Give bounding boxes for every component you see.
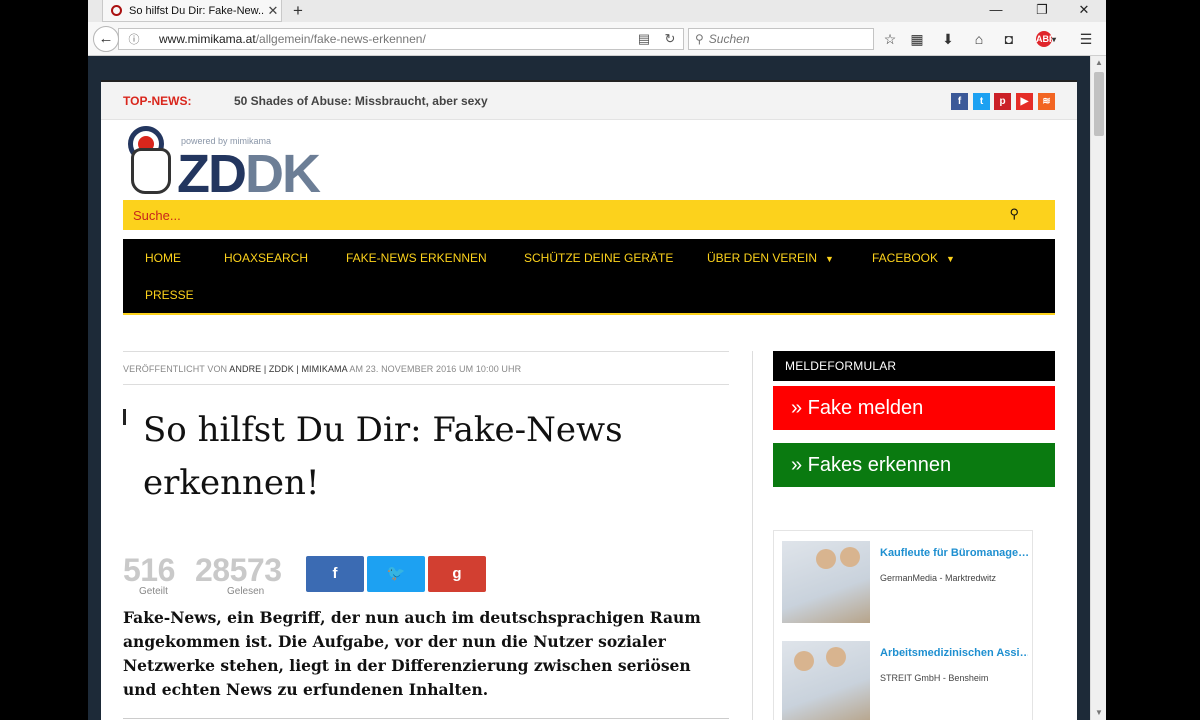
home-icon[interactable]: ⌂ bbox=[969, 29, 989, 49]
ad-item[interactable]: Kaufleute für Büromanage… GermanMedia - … bbox=[782, 541, 1030, 631]
download-icon[interactable]: ⬇ bbox=[938, 29, 958, 49]
logo-hand-icon bbox=[131, 148, 171, 194]
nav-item-fake-news-erkennen[interactable]: FAKE-NEWS ERKENNEN bbox=[346, 251, 487, 265]
scrollbar-thumb[interactable] bbox=[1094, 72, 1104, 136]
back-button[interactable]: ← bbox=[93, 26, 119, 52]
article-author[interactable]: ANDRE | ZDDK | MIMIKAMA bbox=[229, 364, 347, 374]
ad-item[interactable]: Arbeitsmedizinischen Assi… STREIT GmbH -… bbox=[782, 641, 1030, 720]
ad-source: STREIT GmbH - Bensheim bbox=[880, 673, 989, 683]
reader-view-icon[interactable]: ▤ bbox=[631, 31, 657, 47]
web-page: TOP-NEWS: 50 Shades of Abuse: Missbrauch… bbox=[101, 80, 1077, 720]
close-tab-icon[interactable]: ✕ bbox=[265, 3, 281, 19]
reads-count: 28573 bbox=[195, 552, 282, 588]
divider bbox=[123, 718, 729, 719]
share-facebook-button[interactable]: f bbox=[306, 556, 364, 592]
sidebar-heading: MELDEFORMULAR bbox=[773, 351, 1055, 381]
site-favicon-icon bbox=[111, 5, 122, 16]
shares-label: Geteilt bbox=[139, 586, 168, 597]
close-window-icon[interactable]: ✕ bbox=[1062, 0, 1106, 22]
browser-window: So hilfst Du Dir: Fake-New... ✕ + — ❐ ✕ … bbox=[88, 0, 1106, 720]
article-meta: VERÖFFENTLICHT VON ANDRE | ZDDK | MIMIKA… bbox=[123, 351, 729, 385]
nav-item-facebook[interactable]: FACEBOOK ▼ bbox=[872, 251, 955, 265]
nav-item-schuetze-deine-geraete[interactable]: SCHÜTZE DEINE GERÄTE bbox=[524, 251, 673, 265]
article-title: So hilfst Du Dir: Fake-News erkennen! bbox=[143, 410, 623, 503]
top-news-label: TOP-NEWS: bbox=[123, 94, 192, 108]
ad-widget: Kaufleute für Büromanage… GermanMedia - … bbox=[773, 530, 1033, 720]
navigation-toolbar: ⓘ www.mimikama.at/allgemein/fake-news-er… bbox=[88, 22, 1106, 56]
shares-count: 516 bbox=[123, 552, 175, 588]
facebook-icon[interactable]: f bbox=[951, 93, 968, 110]
address-bar[interactable]: ⓘ www.mimikama.at/allgemein/fake-news-er… bbox=[118, 28, 684, 50]
top-news-headline[interactable]: 50 Shades of Abuse: Missbraucht, aber se… bbox=[234, 94, 488, 108]
new-tab-button[interactable]: + bbox=[288, 0, 308, 22]
top-news-bar: TOP-NEWS: 50 Shades of Abuse: Missbrauch… bbox=[101, 82, 1077, 120]
search-icon[interactable]: ⚲ bbox=[1009, 206, 1019, 222]
chevron-down-icon: ▼ bbox=[946, 254, 955, 264]
bookmark-star-icon[interactable]: ☆ bbox=[880, 29, 900, 49]
column-divider bbox=[752, 351, 753, 720]
tab-title: So hilfst Du Dir: Fake-New... bbox=[129, 4, 265, 17]
nav-item-home[interactable]: HOME bbox=[145, 251, 181, 265]
logo-wordmark: ZDDK bbox=[177, 144, 321, 204]
url-text[interactable]: www.mimikama.at/allgemein/fake-news-erke… bbox=[145, 32, 631, 46]
share-twitter-button[interactable]: 🐦 bbox=[367, 556, 425, 592]
reads-label: Gelesen bbox=[227, 586, 265, 597]
fake-melden-button[interactable]: » Fake melden bbox=[773, 386, 1055, 430]
minimize-icon[interactable]: — bbox=[974, 0, 1018, 22]
nav-item-hoaxsearch[interactable]: HOAXSEARCH bbox=[224, 251, 308, 265]
share-counts: 516 Geteilt 28573 Gelesen bbox=[123, 552, 303, 598]
youtube-icon[interactable]: ▶ bbox=[1016, 93, 1033, 110]
ad-image[interactable] bbox=[782, 541, 870, 623]
search-placeholder: Suchen bbox=[708, 32, 750, 46]
rss-icon[interactable]: ≋ bbox=[1038, 93, 1055, 110]
article-intro: Fake-News, ein Begriff, der nun auch im … bbox=[123, 608, 701, 699]
site-search-input[interactable]: Suche... ⚲ bbox=[123, 200, 1055, 230]
search-icon: ⚲ bbox=[695, 32, 704, 46]
reload-icon[interactable]: ↻ bbox=[657, 31, 683, 47]
fakes-erkennen-button[interactable]: » Fakes erkennen bbox=[773, 443, 1055, 487]
browser-tab[interactable]: So hilfst Du Dir: Fake-New... ✕ bbox=[102, 0, 282, 22]
bookmarks-list-icon[interactable]: ▦ bbox=[907, 29, 927, 49]
twitter-icon[interactable]: t bbox=[973, 93, 990, 110]
ad-headline[interactable]: Kaufleute für Büromanage… bbox=[880, 547, 1028, 559]
nav-item-presse[interactable]: PRESSE bbox=[145, 288, 194, 302]
restore-icon[interactable]: ❐ bbox=[1020, 0, 1064, 22]
ad-source: GermanMedia - Marktredwitz bbox=[880, 573, 997, 583]
site-logo[interactable]: powered by mimikama ZDDK bbox=[123, 122, 355, 204]
chevron-down-icon: ▼ bbox=[825, 254, 834, 264]
site-search-placeholder: Suche... bbox=[133, 208, 181, 223]
ad-headline[interactable]: Arbeitsmedizinischen Assi… bbox=[880, 647, 1028, 659]
adblock-icon[interactable]: ABP▾ bbox=[1032, 29, 1060, 49]
tab-strip: So hilfst Du Dir: Fake-New... ✕ + — ❐ ✕ bbox=[88, 0, 1106, 22]
vertical-scrollbar[interactable]: ▲ ▼ bbox=[1090, 56, 1106, 720]
nav-item-ueber-den-verein[interactable]: ÜBER DEN VEREIN ▼ bbox=[707, 251, 834, 265]
browser-search-input[interactable]: ⚲ Suchen bbox=[688, 28, 874, 50]
scroll-up-icon[interactable]: ▲ bbox=[1091, 56, 1106, 70]
menu-hamburger-icon[interactable]: ☰ bbox=[1076, 29, 1096, 49]
main-navigation: HOME HOAXSEARCH FAKE-NEWS ERKENNEN SCHÜT… bbox=[123, 239, 1055, 315]
page-viewport: TOP-NEWS: 50 Shades of Abuse: Missbrauch… bbox=[88, 56, 1090, 720]
share-google-plus-button[interactable]: g bbox=[428, 556, 486, 592]
pinterest-icon[interactable]: p bbox=[994, 93, 1011, 110]
site-info-icon[interactable]: ⓘ bbox=[123, 31, 145, 47]
ad-image[interactable] bbox=[782, 641, 870, 720]
scroll-down-icon[interactable]: ▼ bbox=[1091, 706, 1106, 720]
pocket-icon[interactable]: ◘ bbox=[999, 29, 1019, 49]
